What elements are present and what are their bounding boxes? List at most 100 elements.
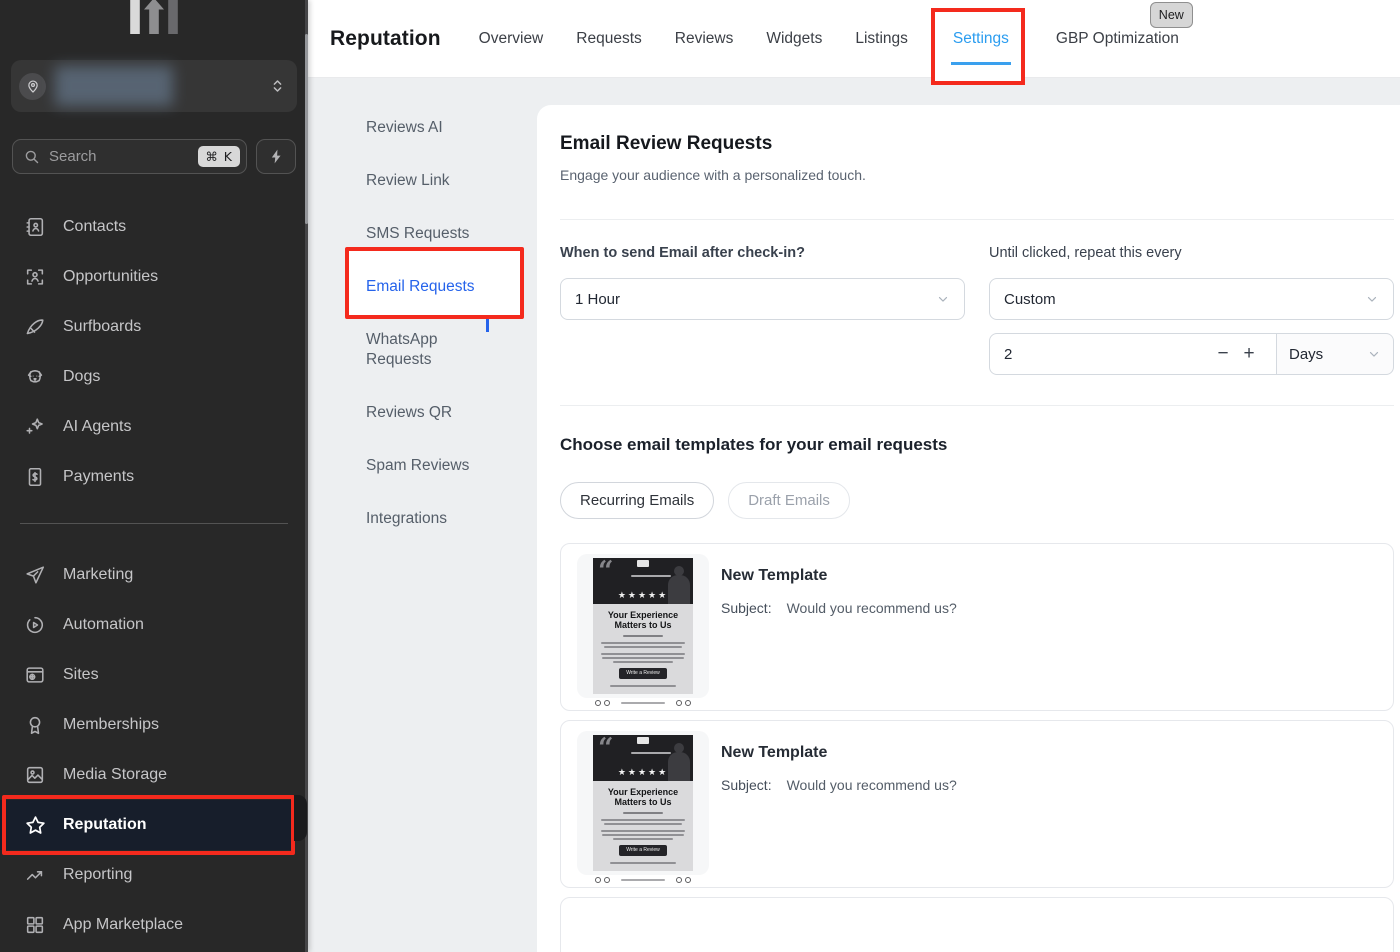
recurring-emails-tab[interactable]: Recurring Emails xyxy=(560,482,714,519)
opportunities-person-arrows-icon xyxy=(24,266,47,288)
increment-button[interactable]: + xyxy=(1236,341,1262,367)
active-tab-underline xyxy=(951,62,1011,65)
sidebar-item-memberships[interactable]: Memberships xyxy=(0,700,308,750)
template-name: New Template xyxy=(721,744,957,762)
sidebar-item-app-marketplace[interactable]: App Marketplace xyxy=(0,900,308,950)
subnav-item-reviews-qr[interactable]: Reviews QR xyxy=(366,403,496,423)
email-preview-title: Your Experience Matters to Us xyxy=(599,787,687,808)
sidebar-item-media-storage[interactable]: Media Storage xyxy=(0,750,308,800)
account-switcher[interactable] xyxy=(11,60,297,112)
section-title: Email Review Requests xyxy=(560,133,1394,155)
write-review-button: Write a Review xyxy=(619,845,667,856)
send-timing-label: When to send Email after check-in? xyxy=(560,245,965,261)
sidebar-item-label: Dogs xyxy=(63,368,100,386)
email-preview-footer xyxy=(593,871,693,883)
template-thumbnail[interactable]: “ ★★★★★ Your Experience Matters to Us xyxy=(577,554,709,698)
send-timing-select[interactable]: 1 Hour xyxy=(560,278,965,320)
paper-plane-icon xyxy=(24,564,47,586)
email-preview-body: Your Experience Matters to Us Write a Re… xyxy=(593,781,693,871)
reputation-subnav: Reviews AI Review Link SMS Requests Emai… xyxy=(308,78,537,952)
template-filter-tabs: Recurring Emails Draft Emails xyxy=(560,482,1394,519)
subnav-item-whatsapp-requests[interactable]: WhatsApp Requests xyxy=(366,330,496,370)
sidebar-item-ai-agents[interactable]: AI Agents xyxy=(0,402,308,452)
quick-actions-button[interactable] xyxy=(256,139,296,174)
sidebar: Search ⌘ K Contacts xyxy=(0,0,308,952)
subnav-item-reviews-ai[interactable]: Reviews AI xyxy=(366,118,496,138)
app-logo[interactable] xyxy=(0,0,308,44)
email-preview: “ ★★★★★ Your Experience Matters to Us xyxy=(593,735,693,871)
subnav-item-sms-requests[interactable]: SMS Requests xyxy=(366,224,496,244)
chevron-down-icon xyxy=(1367,347,1381,361)
brand-logo-placeholder xyxy=(637,737,649,744)
divider xyxy=(560,219,1394,220)
interval-unit-select[interactable]: Days xyxy=(1276,333,1394,375)
sidebar-item-label: AI Agents xyxy=(63,418,132,436)
tab-requests[interactable]: Requests xyxy=(576,29,641,49)
sidebar-item-marketing[interactable]: Marketing xyxy=(0,550,308,600)
chevron-down-icon xyxy=(1365,292,1379,306)
sidebar-item-label: Automation xyxy=(63,616,144,634)
send-timing-value: 1 Hour xyxy=(575,291,620,308)
sidebar-primary-nav: Contacts Opportunities Surfboards xyxy=(0,202,308,502)
email-review-requests-panel: Email Review Requests Engage your audien… xyxy=(537,105,1400,952)
template-thumbnail[interactable]: “ ★★★★★ Your Experience Matters to Us xyxy=(577,731,709,875)
sidebar-item-label: Reporting xyxy=(63,866,132,884)
template-name: New Template xyxy=(721,567,957,585)
draft-emails-tab[interactable]: Draft Emails xyxy=(728,482,850,519)
tab-listings[interactable]: Listings xyxy=(855,29,908,49)
email-preview-header: “ ★★★★★ xyxy=(593,735,693,781)
sidebar-item-label: Surfboards xyxy=(63,318,141,336)
email-preview-footer xyxy=(593,694,693,706)
sidebar-item-payments[interactable]: Payments xyxy=(0,452,308,502)
sidebar-drawer-handle[interactable] xyxy=(294,795,307,841)
topbar-tabs: Overview Requests Reviews Widgets Listin… xyxy=(479,29,1179,49)
sidebar-scrollbar-thumb[interactable] xyxy=(305,34,308,224)
contacts-book-icon xyxy=(24,216,47,238)
tab-settings[interactable]: Settings xyxy=(953,29,1009,49)
search-icon xyxy=(23,148,40,165)
sidebar-item-sites[interactable]: Sites xyxy=(0,650,308,700)
template-card[interactable]: “ ★★★★★ Your Experience Matters to Us xyxy=(560,720,1394,888)
star-icon xyxy=(24,814,47,837)
sidebar-item-dogs[interactable]: Dogs xyxy=(0,352,308,402)
email-preview-title: Your Experience Matters to Us xyxy=(599,610,687,631)
sidebar-item-automation[interactable]: Automation xyxy=(0,600,308,650)
subject-label: Subject: xyxy=(721,777,772,793)
sidebar-item-reporting[interactable]: Reporting xyxy=(0,850,308,900)
tab-widgets[interactable]: Widgets xyxy=(766,29,822,49)
tab-overview[interactable]: Overview xyxy=(479,29,544,49)
subject-value: Would you recommend us? xyxy=(787,600,957,616)
dog-face-icon xyxy=(24,366,47,388)
trend-up-icon xyxy=(24,864,47,886)
subnav-item-spam-reviews[interactable]: Spam Reviews xyxy=(366,456,496,476)
tab-reviews[interactable]: Reviews xyxy=(675,29,734,49)
decrement-button[interactable]: − xyxy=(1210,341,1236,367)
sidebar-item-label: Sites xyxy=(63,666,99,684)
play-circle-icon xyxy=(24,614,47,636)
search-input[interactable]: Search ⌘ K xyxy=(12,139,247,174)
sidebar-item-label: Media Storage xyxy=(63,766,167,784)
triple-up-arrows-logo-icon xyxy=(125,0,183,38)
template-card[interactable] xyxy=(560,897,1394,952)
sidebar-secondary-nav: Marketing Automation Sites xyxy=(0,550,308,950)
template-card[interactable]: “ ★★★★★ Your Experience Matters to Us xyxy=(560,543,1394,711)
section-subtitle: Engage your audience with a personalized… xyxy=(560,167,1394,183)
templates-heading: Choose email templates for your email re… xyxy=(560,435,1394,455)
subnav-item-integrations[interactable]: Integrations xyxy=(366,509,496,529)
subnav-item-email-requests[interactable]: Email Requests xyxy=(366,277,496,297)
subnav-item-review-link[interactable]: Review Link xyxy=(366,171,496,191)
sidebar-item-label: Reputation xyxy=(63,816,147,834)
five-stars: ★★★★★ xyxy=(593,768,693,778)
sidebar-item-opportunities[interactable]: Opportunities xyxy=(0,252,308,302)
subject-value: Would you recommend us? xyxy=(787,777,957,793)
location-pin-avatar-icon xyxy=(19,73,46,100)
repeat-frequency-select[interactable]: Custom xyxy=(989,278,1394,320)
interval-number-input[interactable]: 2 − + xyxy=(989,333,1277,375)
sidebar-item-reputation[interactable]: Reputation xyxy=(0,800,291,850)
up-down-chevrons-icon xyxy=(270,77,285,95)
sidebar-item-surfboards[interactable]: Surfboards xyxy=(0,302,308,352)
tab-gbp-optimization[interactable]: GBP Optimization New xyxy=(1056,29,1179,49)
sidebar-item-contacts[interactable]: Contacts xyxy=(0,202,308,252)
account-name-blurred xyxy=(55,66,173,106)
new-badge: New xyxy=(1150,2,1193,28)
